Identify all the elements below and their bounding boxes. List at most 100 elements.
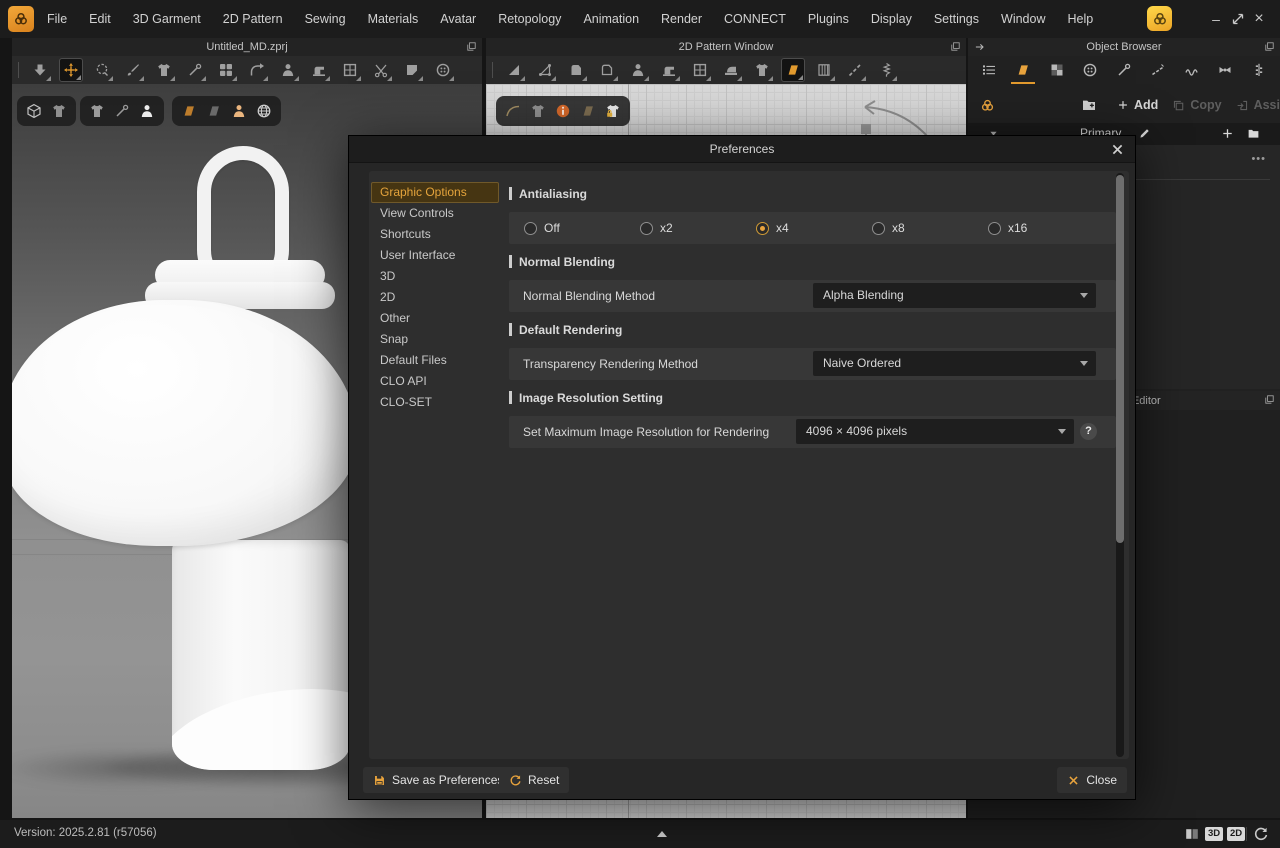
toggle-show-garment[interactable] xyxy=(530,103,546,119)
menu-item-connect[interactable]: CONNECT xyxy=(713,0,797,38)
expand-tray-caret[interactable] xyxy=(657,831,667,837)
sidebar-item-3d[interactable]: 3D xyxy=(371,266,499,287)
toggle-grid-globe[interactable] xyxy=(256,103,272,119)
scrollbar-thumb[interactable] xyxy=(1116,175,1124,543)
copy-button[interactable]: Copy xyxy=(1172,98,1221,112)
tool-lasso[interactable] xyxy=(90,58,114,82)
tool-iron[interactable] xyxy=(719,58,743,82)
menu-item-materials[interactable]: Materials xyxy=(357,0,430,38)
more-menu[interactable]: ••• xyxy=(1251,153,1266,165)
view-3d-badge[interactable]: 3D xyxy=(1205,827,1223,841)
tool-move[interactable] xyxy=(59,58,83,82)
split-view-icon[interactable] xyxy=(1184,826,1200,842)
tab-button[interactable] xyxy=(1075,57,1105,83)
toggle-fabric-back[interactable] xyxy=(206,103,222,119)
reset-button[interactable]: Reset xyxy=(499,767,569,793)
tab-scene-list[interactable] xyxy=(974,57,1004,83)
menu-item-avatar[interactable]: Avatar xyxy=(429,0,487,38)
tool-edit-pattern[interactable] xyxy=(533,58,557,82)
tool-button-tack[interactable] xyxy=(431,58,455,82)
tab-fabric[interactable] xyxy=(1008,57,1038,83)
toggle-avatar-skin[interactable] xyxy=(231,103,247,119)
tool-elastic[interactable] xyxy=(874,58,898,82)
add-item-icon[interactable] xyxy=(1221,127,1234,140)
menu-item-retopology[interactable]: Retopology xyxy=(487,0,572,38)
tool-pattern[interactable] xyxy=(564,58,588,82)
sidebar-item-default-files[interactable]: Default Files xyxy=(371,350,499,371)
menu-item-3d-garment[interactable]: 3D Garment xyxy=(122,0,212,38)
tool-arrow-down[interactable] xyxy=(28,58,52,82)
tool-arrange[interactable] xyxy=(214,58,238,82)
sidebar-item-2d[interactable]: 2D xyxy=(371,287,499,308)
menu-item-render[interactable]: Render xyxy=(650,0,713,38)
refresh-icon[interactable] xyxy=(1253,826,1269,842)
tool-brush[interactable] xyxy=(121,58,145,82)
detach-icon[interactable] xyxy=(466,41,477,52)
detach-icon[interactable] xyxy=(1264,41,1275,52)
default-rendering-select[interactable]: Naive Ordered xyxy=(813,351,1096,376)
radio-antialiasing-x16[interactable]: x16 xyxy=(988,212,1027,244)
save-as-preferences-button[interactable]: Save as Preferences xyxy=(363,767,513,793)
tool-avatar[interactable] xyxy=(276,58,300,82)
minimize-button[interactable]: – xyxy=(1208,11,1224,27)
toggle-info[interactable] xyxy=(555,103,571,119)
view-2d-badge[interactable]: 2D xyxy=(1227,827,1245,841)
sidebar-item-shortcuts[interactable]: Shortcuts xyxy=(371,224,499,245)
toggle-show-avatar[interactable] xyxy=(139,103,155,119)
tool-sewing-machine[interactable] xyxy=(307,58,331,82)
sidebar-item-clo-set[interactable]: CLO-SET xyxy=(371,392,499,413)
tool-garment[interactable] xyxy=(152,58,176,82)
tab-trim[interactable] xyxy=(1210,57,1240,83)
add-to-library-icon[interactable] xyxy=(1081,97,1097,113)
restore-button[interactable] xyxy=(1230,11,1246,27)
radio-antialiasing-x8[interactable]: x8 xyxy=(872,212,905,244)
detach-icon[interactable] xyxy=(950,41,961,52)
tool-pattern-window[interactable] xyxy=(688,58,712,82)
sidebar-item-user-interface[interactable]: User Interface xyxy=(371,245,499,266)
menu-item-settings[interactable]: Settings xyxy=(923,0,990,38)
menu-item-help[interactable]: Help xyxy=(1056,0,1104,38)
toggle-render-style[interactable] xyxy=(26,103,42,119)
tool-fold[interactable] xyxy=(245,58,269,82)
add-button[interactable]: Add xyxy=(1117,98,1158,112)
close-window-button[interactable]: × xyxy=(1251,11,1267,27)
tool-pleats[interactable] xyxy=(812,58,836,82)
sidebar-item-snap[interactable]: Snap xyxy=(371,329,499,350)
clo-connect-badge-icon[interactable] xyxy=(1147,6,1172,31)
toggle-fabric-front[interactable] xyxy=(181,103,197,119)
normal-blending-select[interactable]: Alpha Blending xyxy=(813,283,1096,308)
tab-pin[interactable] xyxy=(1109,57,1139,83)
sidebar-item-clo-api[interactable]: CLO API xyxy=(371,371,499,392)
assign-button[interactable]: Assign xyxy=(1236,98,1280,112)
folder-icon[interactable] xyxy=(1247,127,1260,140)
edit-pencil-icon[interactable] xyxy=(1138,127,1151,140)
tool-baseline[interactable] xyxy=(843,58,867,82)
menu-item-animation[interactable]: Animation xyxy=(572,0,650,38)
menu-item-2d-pattern[interactable]: 2D Pattern xyxy=(212,0,294,38)
tool-sewing-machine[interactable] xyxy=(657,58,681,82)
tool-transform-pattern[interactable] xyxy=(502,58,526,82)
toggle-show-fabric[interactable] xyxy=(580,103,596,119)
tool-pattern-outline[interactable] xyxy=(595,58,619,82)
tool-pattern-window[interactable] xyxy=(338,58,362,82)
tool-garment[interactable] xyxy=(750,58,774,82)
dialog-header[interactable]: Preferences xyxy=(349,136,1135,163)
tool-sticker[interactable] xyxy=(400,58,424,82)
toggle-show-pin[interactable] xyxy=(114,103,130,119)
toggle-lock-garment[interactable] xyxy=(605,103,621,119)
help-icon[interactable]: ? xyxy=(1080,423,1097,440)
menu-item-plugins[interactable]: Plugins xyxy=(797,0,860,38)
dialog-scrollbar[interactable] xyxy=(1116,173,1124,757)
tool-cut[interactable] xyxy=(369,58,393,82)
toggle-show-garment[interactable] xyxy=(51,103,67,119)
menu-item-display[interactable]: Display xyxy=(860,0,923,38)
tool-texture[interactable] xyxy=(781,58,805,82)
menu-item-edit[interactable]: Edit xyxy=(78,0,122,38)
sidebar-item-other[interactable]: Other xyxy=(371,308,499,329)
close-button[interactable]: Close xyxy=(1057,767,1127,793)
menu-item-sewing[interactable]: Sewing xyxy=(294,0,357,38)
toggle-curve[interactable] xyxy=(505,103,521,119)
tab-pattern-checker[interactable] xyxy=(1042,57,1072,83)
dialog-close-icon[interactable] xyxy=(1110,142,1125,157)
detach-icon[interactable] xyxy=(1264,394,1275,405)
